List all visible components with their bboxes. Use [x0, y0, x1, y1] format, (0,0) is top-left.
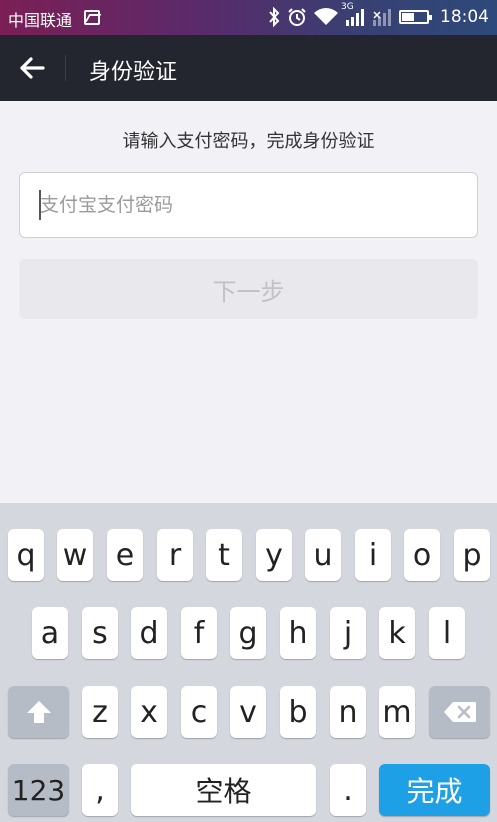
backspace-icon: [443, 702, 476, 722]
key-u[interactable]: u: [305, 529, 341, 581]
key-k[interactable]: k: [379, 607, 415, 659]
key-z[interactable]: z: [82, 686, 118, 738]
key-g[interactable]: g: [230, 607, 266, 659]
key-a[interactable]: a: [32, 607, 68, 659]
key-n[interactable]: n: [330, 686, 366, 738]
key-d[interactable]: d: [131, 607, 167, 659]
key-c[interactable]: c: [181, 686, 217, 738]
key-i[interactable]: i: [355, 529, 391, 581]
key-b[interactable]: b: [280, 686, 316, 738]
back-arrow-icon: [20, 57, 45, 79]
key-v[interactable]: v: [230, 686, 266, 738]
shift-key[interactable]: [8, 686, 69, 738]
text-cursor: [39, 190, 41, 220]
key-w[interactable]: w: [57, 529, 93, 581]
done-key[interactable]: 完成: [379, 764, 490, 816]
comma-key[interactable]: ,: [82, 764, 118, 816]
soft-keyboard: q w e r t y u i o p a s d f g h j k l z …: [0, 503, 497, 822]
alarm-icon: [287, 6, 307, 28]
carrier-name: 中国联通: [8, 11, 73, 30]
shift-icon: [26, 701, 51, 723]
key-h[interactable]: h: [280, 607, 316, 659]
period-key[interactable]: .: [330, 764, 366, 816]
key-x[interactable]: x: [131, 686, 167, 738]
key-y[interactable]: y: [256, 529, 292, 581]
status-icons: 3G 18:04: [268, 2, 489, 29]
numbers-key[interactable]: 123: [8, 764, 69, 816]
wifi-icon: [314, 6, 338, 28]
key-j[interactable]: j: [330, 607, 366, 659]
network-type-label: 3G: [341, 2, 354, 12]
battery-icon: [399, 10, 432, 24]
space-key[interactable]: 空格: [131, 764, 316, 816]
key-l[interactable]: l: [429, 607, 465, 659]
key-m[interactable]: m: [379, 686, 415, 738]
signal-icon: 3G: [341, 2, 365, 28]
image-icon: [84, 10, 100, 25]
key-r[interactable]: r: [157, 529, 193, 581]
next-step-button[interactable]: 下一步: [19, 259, 478, 319]
no-signal-icon: [372, 6, 392, 28]
title-divider: [65, 55, 66, 81]
key-f[interactable]: f: [181, 607, 217, 659]
key-t[interactable]: t: [206, 529, 242, 581]
key-e[interactable]: e: [107, 529, 143, 581]
key-q[interactable]: q: [8, 529, 44, 581]
status-bar: 中国联通 3G 18:04: [0, 0, 497, 35]
key-o[interactable]: o: [404, 529, 440, 581]
back-button[interactable]: [14, 52, 50, 84]
key-s[interactable]: s: [82, 607, 118, 659]
title-bar: 身份验证: [0, 35, 497, 101]
page-title: 身份验证: [89, 60, 178, 85]
key-p[interactable]: p: [454, 529, 490, 581]
backspace-key[interactable]: [429, 686, 490, 738]
password-input[interactable]: [19, 172, 478, 238]
instruction-text: 请输入支付密码，完成身份验证: [122, 131, 375, 152]
clock: 18:04: [440, 7, 489, 27]
bluetooth-icon: [268, 6, 280, 28]
